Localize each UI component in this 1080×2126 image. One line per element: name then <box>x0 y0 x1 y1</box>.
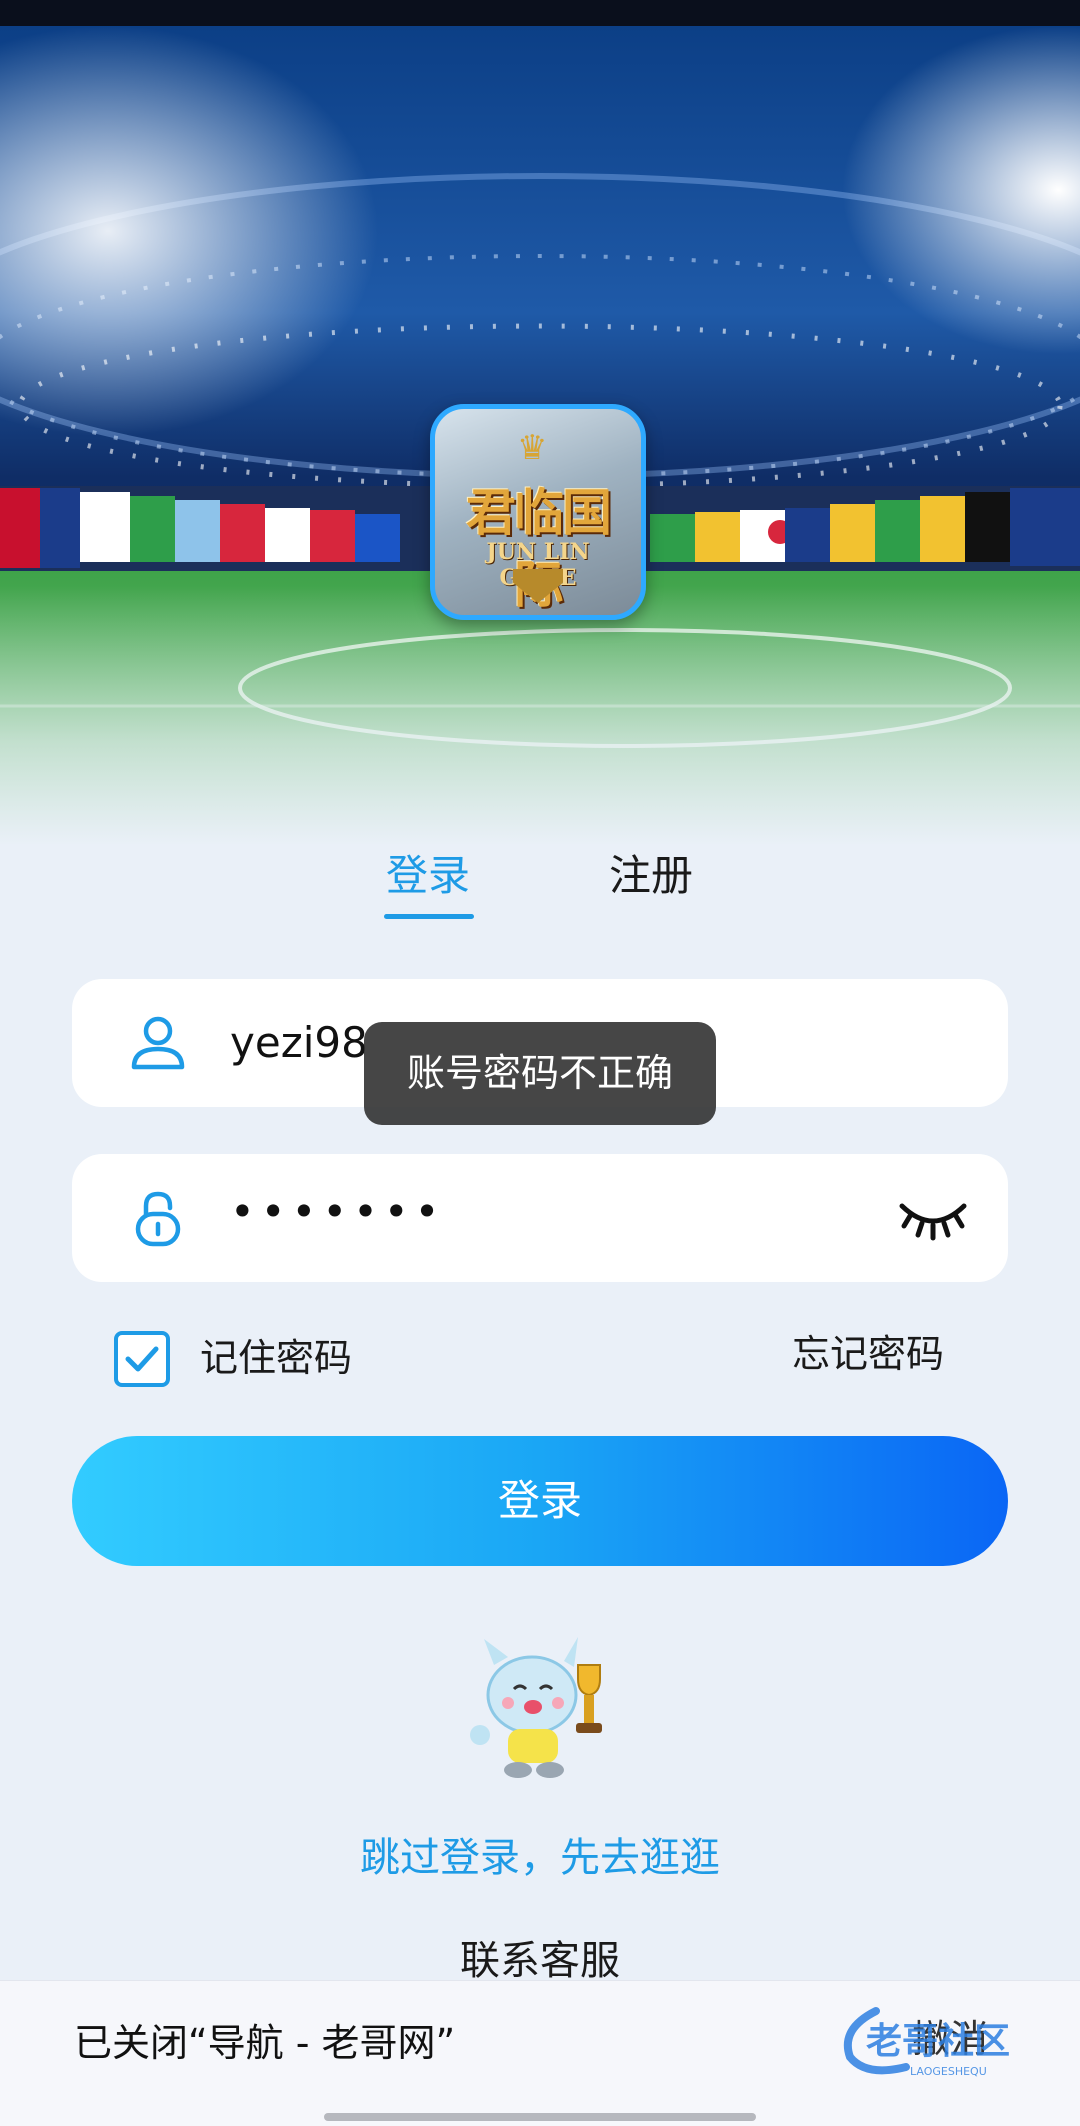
forgot-password-link[interactable]: 忘记密码 <box>792 1326 944 1382</box>
snackbar-message: 已关闭“导航 - 老哥网” <box>74 2021 456 2065</box>
password-value: ••••••• <box>230 1187 446 1236</box>
tab-register[interactable]: 注册 <box>596 836 706 916</box>
eye-closed-icon[interactable] <box>898 1190 968 1246</box>
lock-icon <box>135 1191 181 1247</box>
password-field[interactable]: ••••••• <box>72 1154 1008 1282</box>
home-indicator <box>324 2113 756 2121</box>
watermark-text-cn: 老哥社区 <box>866 2021 1010 2062</box>
active-tab-indicator <box>384 914 474 919</box>
mascot-dragon-icon <box>470 1637 602 1778</box>
remember-password-checkbox[interactable] <box>114 1331 170 1387</box>
hero-fade <box>0 586 1080 846</box>
tab-login[interactable]: 登录 <box>378 836 478 916</box>
check-icon <box>125 1346 159 1372</box>
watermark-logo: 老哥社区 LAOGESHEQU <box>843 2007 1010 2078</box>
login-button[interactable]: 登录 <box>72 1436 1008 1566</box>
snackbar: 已关闭“导航 - 老哥网” 撤消 老哥社区 LAOGESHEQU <box>0 1980 1080 2126</box>
contact-service-link[interactable]: 联系客服 <box>0 1936 1080 1986</box>
app-logo: ♛ 君临国际 JUN LIN GAME <box>430 404 646 620</box>
skip-login-link[interactable]: 跳过登录，先去逛逛 <box>0 1830 1080 1886</box>
remember-password-label[interactable]: 记住密码 <box>200 1330 352 1386</box>
user-icon <box>131 1016 185 1070</box>
status-bar <box>0 0 1080 26</box>
watermark-text-en: LAOGESHEQU <box>910 2065 987 2078</box>
crown-icon: ♛ <box>517 428 548 468</box>
username-value: yezi98 <box>230 1018 368 1067</box>
error-toast: 账号密码不正确 <box>364 1022 716 1125</box>
auth-tabs: 登录 注册 <box>0 836 1080 926</box>
